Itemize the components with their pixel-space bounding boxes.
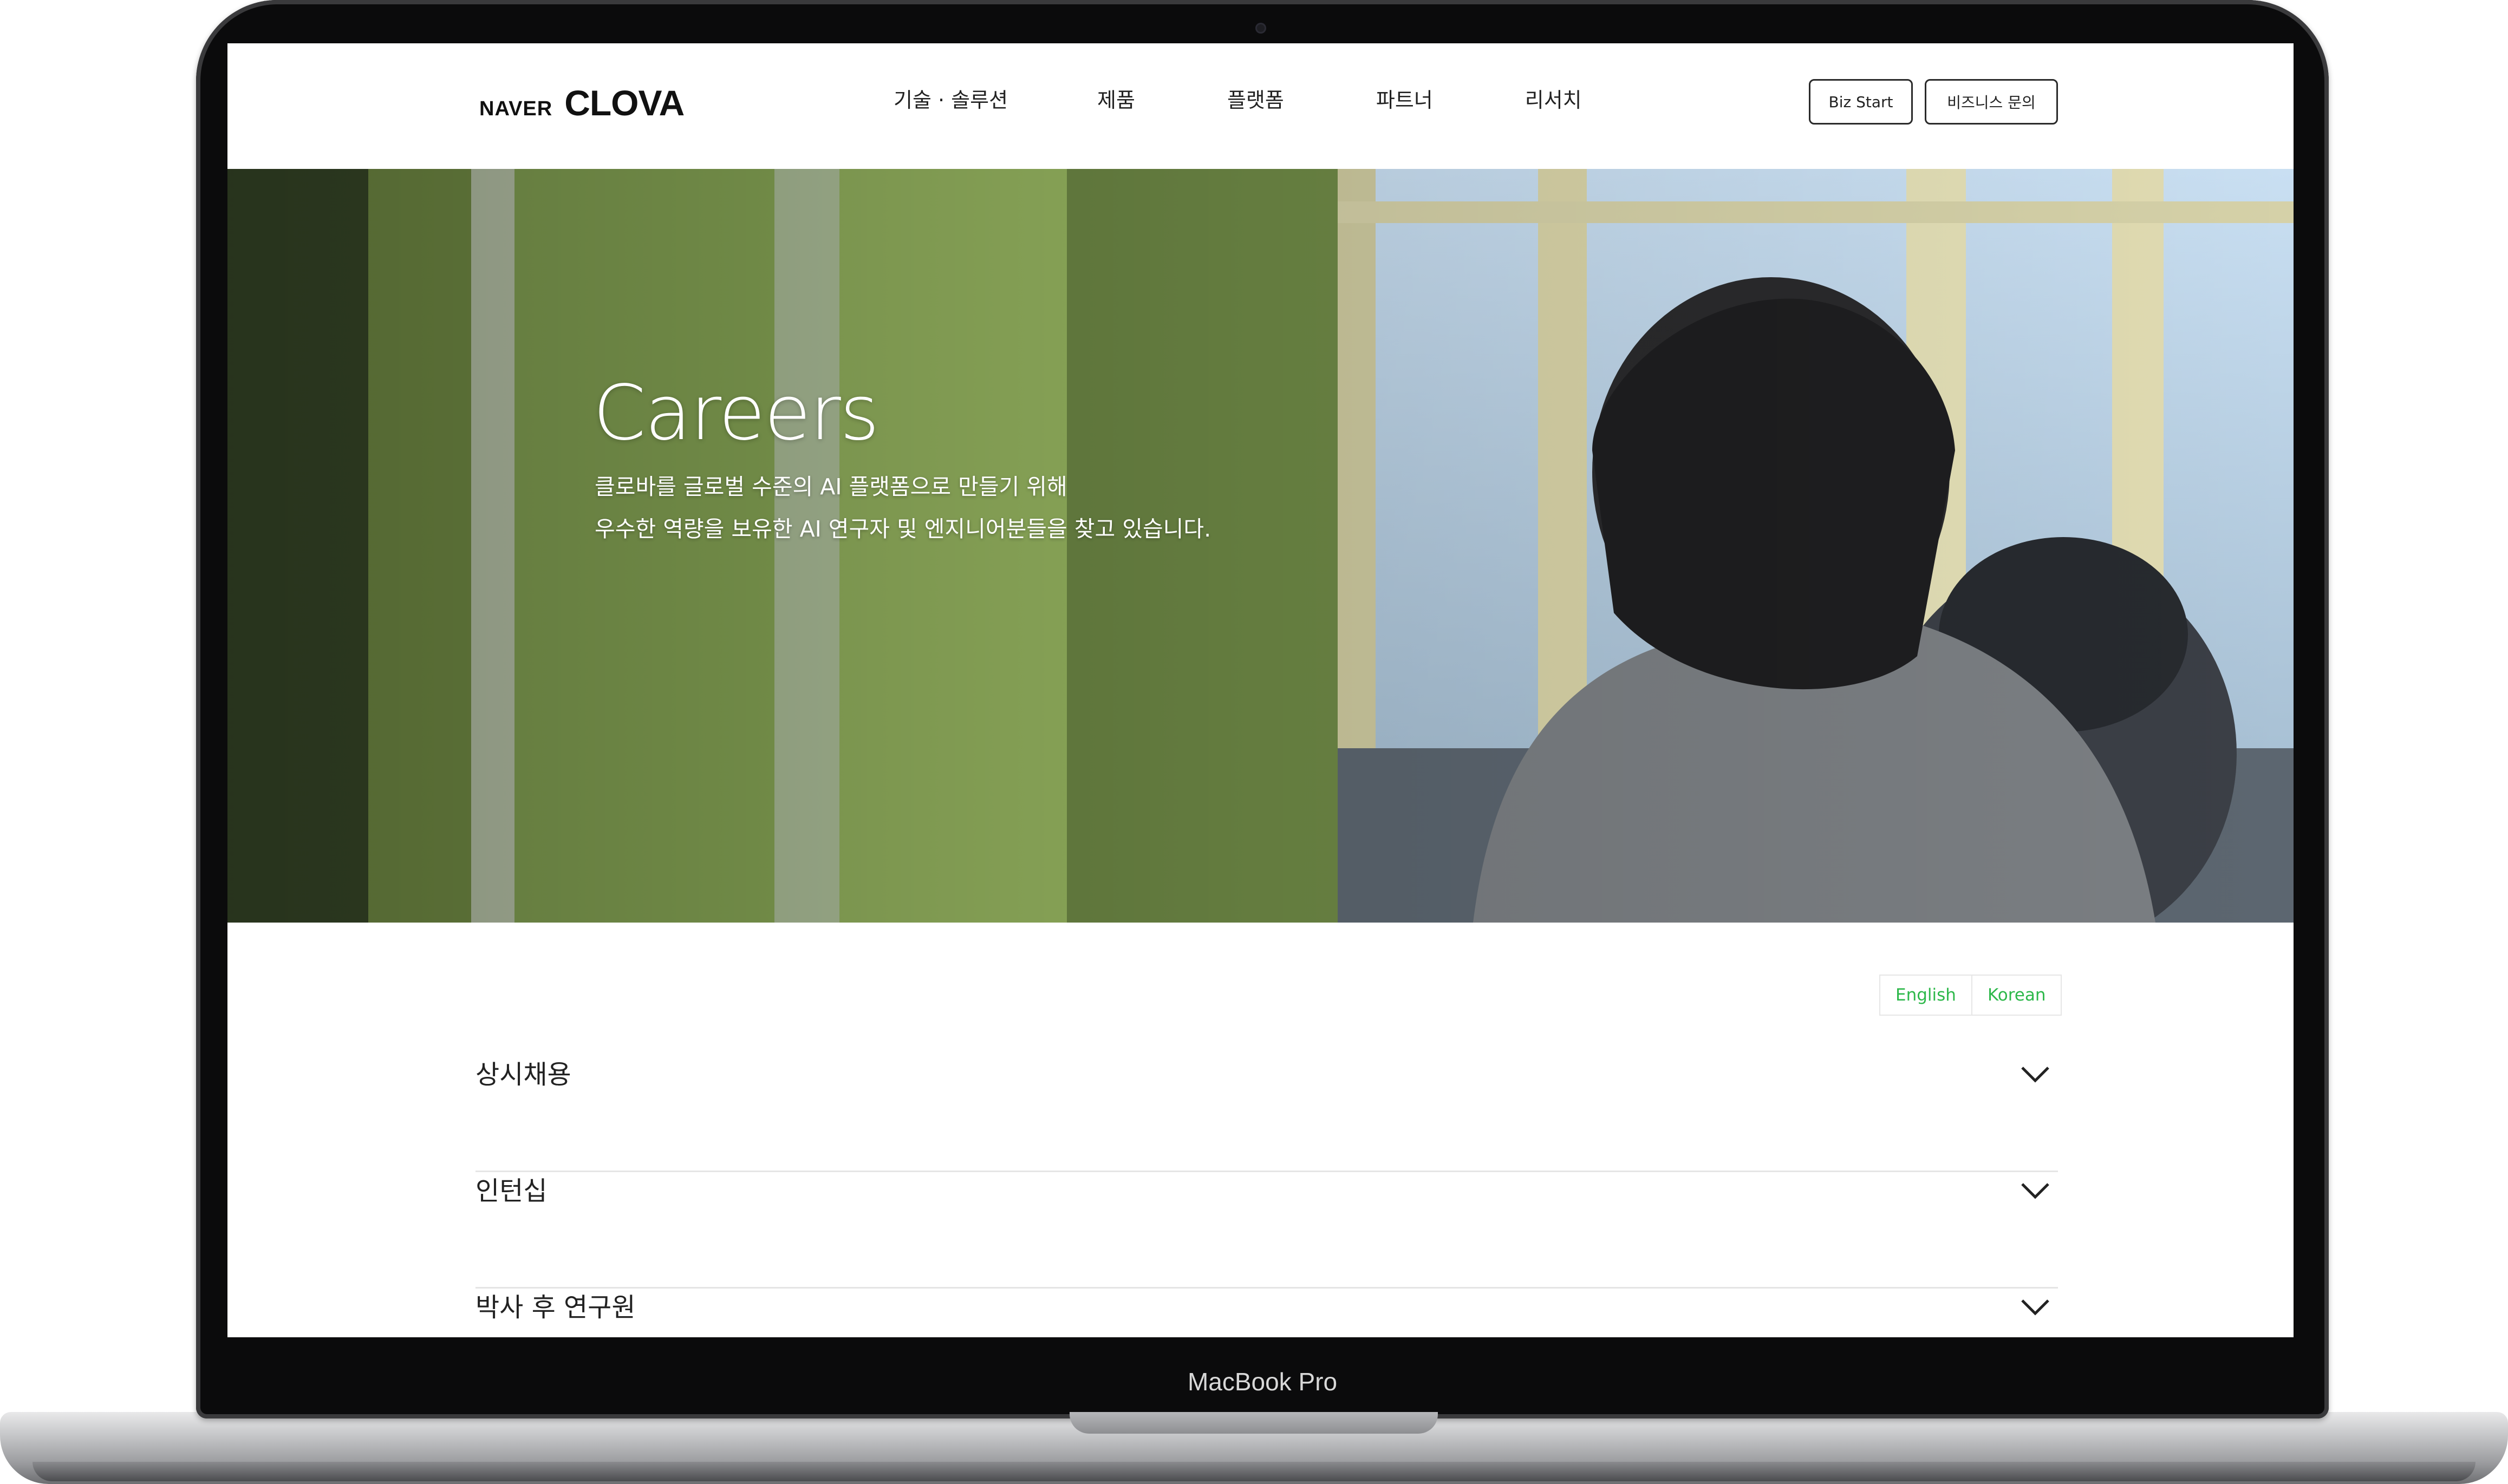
accordion-label: 상시채용 [475,1060,571,1090]
accordion-item-internship[interactable]: 인턴십 [475,1172,2058,1289]
language-korean-button[interactable]: Korean [1971,976,2061,1015]
logo-naver-text: NAVER [479,97,553,120]
site-header: NAVER CLOVA 기술 · 솔루션 제품 플랫폼 파트너 리서치 Biz … [227,43,2294,169]
webcam-icon [1255,23,1266,34]
language-switch: English Korean [1879,975,2062,1016]
nav-item-research[interactable]: 리서치 [1525,81,1582,119]
nav-item-partners[interactable]: 파트너 [1376,81,1433,119]
careers-hero: Careers 클로바를 글로벌 수준의 AI 플랫폼으로 만들기 위해 우수한… [227,169,2294,923]
nav-item-platform[interactable]: 플랫폼 [1227,81,1284,119]
hero-description-line: 우수한 역량을 보유한 AI 연구자 및 엔지니어분들을 찾고 있습니다. [595,516,1211,542]
device-label: MacBook Pro [1187,1368,1338,1396]
laptop-opening-notch [1070,1412,1438,1434]
business-inquiry-button[interactable]: 비즈니스 문의 [1925,79,2058,125]
nav-item-products[interactable]: 제품 [1097,81,1135,119]
nav-item-tech-solutions[interactable]: 기술 · 솔루션 [894,81,1008,119]
job-category-accordion: 상시채용 인턴십 박사 후 연구원 [475,1056,2058,1337]
hero-background-photo [227,169,2294,923]
accordion-label: 인턴십 [475,1176,548,1206]
main-navigation: 기술 · 솔루션 제품 플랫폼 파트너 리서치 [894,81,1582,119]
naver-clova-logo[interactable]: NAVER CLOVA [479,82,685,131]
accordion-item-permanent-hiring[interactable]: 상시채용 [475,1056,2058,1172]
chevron-down-icon [2021,1067,2049,1083]
biz-start-button[interactable]: Biz Start [1809,79,1913,125]
hero-description-line: 클로바를 글로벌 수준의 AI 플랫폼으로 만들기 위해 [595,474,1067,500]
hero-description: 클로바를 글로벌 수준의 AI 플랫폼으로 만들기 위해 우수한 역량을 보유한… [595,466,1211,550]
chevron-down-icon [2021,1183,2049,1199]
chevron-down-icon [2021,1299,2049,1316]
accordion-label: 박사 후 연구원 [475,1292,636,1323]
browser-viewport: NAVER CLOVA 기술 · 솔루션 제품 플랫폼 파트너 리서치 Biz … [227,43,2294,1337]
hero-title: Careers [593,369,880,457]
language-english-button[interactable]: English [1880,976,1971,1015]
logo-clova-text: CLOVA [564,83,685,123]
laptop-base-edge [32,1462,2476,1481]
accordion-item-postdoc[interactable]: 박사 후 연구원 [475,1289,2058,1337]
